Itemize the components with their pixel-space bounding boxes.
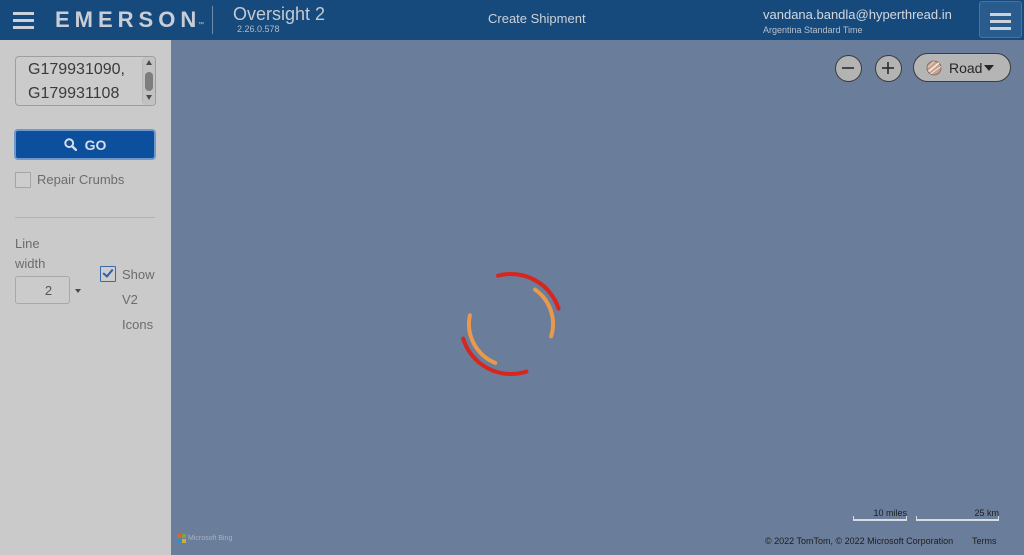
- user-email: vandana.bandla@hyperthread.in: [763, 7, 952, 22]
- map-copyright: © 2022 TomTom, © 2022 Microsoft Corporat…: [765, 536, 954, 546]
- road-icon: [926, 60, 942, 76]
- app-version: 2.26.0.578: [237, 24, 280, 34]
- caret-down-icon[interactable]: [75, 289, 81, 293]
- line-width-label: Line width: [15, 236, 46, 271]
- scroll-up-arrow-icon[interactable]: [146, 60, 152, 65]
- show-v2-icons-checkbox[interactable]: [100, 266, 116, 282]
- scale-imperial-bar: [853, 516, 907, 521]
- scrollbar-thumb[interactable]: [145, 72, 153, 91]
- hamburger-icon[interactable]: [990, 13, 1011, 34]
- line-width-input[interactable]: [15, 276, 70, 304]
- provider-logo-text: Microsoft Bing: [188, 535, 233, 542]
- go-button-label: GO: [84, 136, 107, 153]
- show-v2-icons-label: Show V2 Icons: [122, 267, 155, 332]
- sidebar: G179931090, G179931108 GO Repair Crumbs …: [0, 40, 171, 555]
- search-icon: [63, 138, 77, 151]
- zoom-out-button[interactable]: [835, 55, 862, 82]
- map-canvas[interactable]: Road Microsoft Bing 10 miles 25 km © 202…: [171, 40, 1024, 555]
- repair-crumbs-label: Repair Crumbs: [37, 172, 125, 187]
- user-menu-button[interactable]: [979, 1, 1022, 38]
- spinner-arc: [533, 287, 555, 339]
- go-button[interactable]: GO: [14, 129, 156, 160]
- chevron-down-icon: [984, 65, 994, 71]
- hamburger-icon[interactable]: [13, 12, 34, 29]
- plus-icon: [882, 62, 894, 74]
- scroll-down-arrow-icon[interactable]: [146, 95, 152, 100]
- checkmark-icon: [102, 266, 114, 278]
- terms-link[interactable]: Terms: [972, 536, 997, 547]
- header-divider: [212, 6, 213, 34]
- sidebar-divider: [15, 217, 155, 218]
- loading-spinner: [461, 272, 561, 376]
- user-timezone: Argentina Standard Time: [763, 25, 863, 35]
- main-menu-button[interactable]: [13, 12, 34, 29]
- app-name: Oversight 2: [233, 4, 326, 24]
- shipment-ids-field: G179931090, G179931108: [15, 56, 156, 106]
- emerson-logo: EMERSON: [55, 7, 202, 32]
- shipment-ids-input[interactable]: G179931090, G179931108: [16, 57, 142, 105]
- map-style-value: Road: [949, 60, 983, 76]
- minus-icon: [842, 67, 854, 69]
- repair-crumbs-checkbox[interactable]: [15, 172, 31, 188]
- microsoft-logo-icon: [177, 534, 186, 543]
- scale-metric-bar: [916, 516, 999, 521]
- zoom-in-button[interactable]: [875, 55, 902, 82]
- trademark-symbol: ™: [198, 22, 204, 28]
- app-header: EMERSON ™ Oversight 2 2.26.0.578 Create …: [0, 0, 1024, 40]
- create-shipment-link[interactable]: Create Shipment: [488, 11, 586, 27]
- map-style-dropdown[interactable]: Road: [913, 53, 1011, 82]
- textarea-scrollbar[interactable]: [142, 57, 155, 105]
